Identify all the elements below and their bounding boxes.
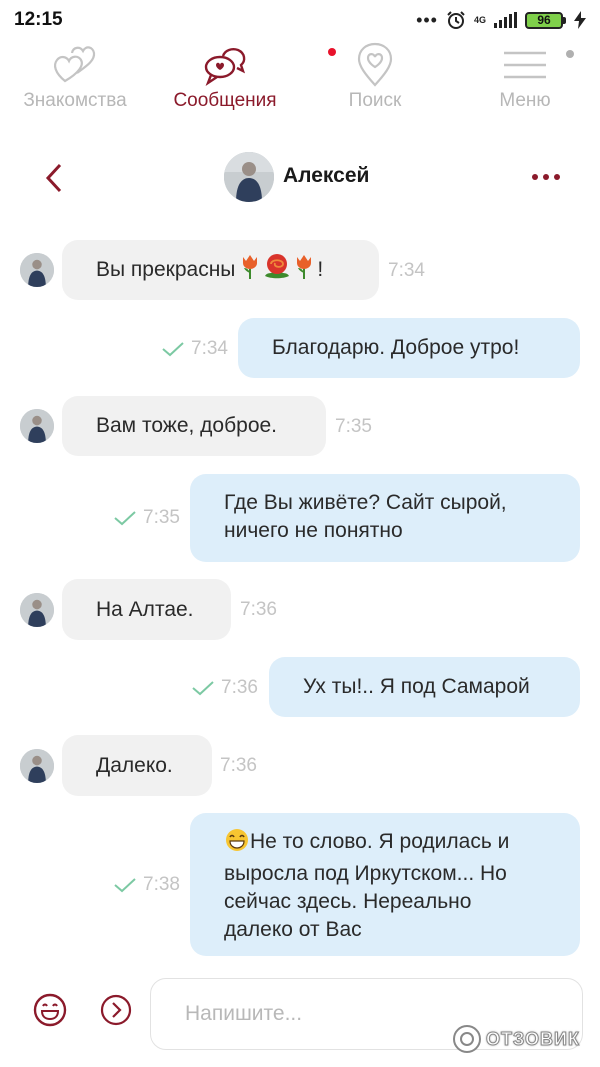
location-heart-icon: [357, 42, 393, 87]
more-options-button[interactable]: [526, 162, 566, 192]
message-line: Где Вы живёте? Сайт сырой,: [224, 491, 507, 514]
message-suffix: !: [317, 258, 324, 281]
message-time: 7:38: [143, 874, 180, 895]
nav-label-dating: Знакомства: [23, 90, 127, 111]
read-check-icon: [192, 681, 214, 696]
signal-strength-icon: [494, 12, 517, 28]
contact-name[interactable]: Алексей: [283, 164, 369, 188]
person-photo-icon: [20, 409, 54, 443]
emoji-button[interactable]: [32, 992, 68, 1028]
read-check-icon: [162, 342, 184, 357]
sender-avatar[interactable]: [20, 593, 54, 627]
nav-item-messages[interactable]: Сообщения: [150, 42, 336, 122]
message-time: 7:34: [191, 338, 228, 359]
message-time: 7:34: [388, 260, 425, 281]
hamburger-menu-icon: [504, 51, 546, 79]
nav-label-menu: Меню: [499, 90, 551, 111]
watermark-text: ОТЗОВИК: [486, 1028, 580, 1049]
rose-icon: [261, 252, 293, 288]
grinning-face-icon: [224, 828, 250, 860]
sender-avatar[interactable]: [20, 409, 54, 443]
battery-icon: 96: [525, 11, 566, 29]
status-bar: 12:15 ••• 4G 96: [0, 0, 600, 40]
message-time: 7:36: [221, 677, 258, 698]
charging-bolt-icon: [574, 11, 586, 29]
incoming-message[interactable]: Далеко.: [62, 735, 212, 796]
nav-item-menu[interactable]: Меню: [450, 42, 600, 122]
incoming-message[interactable]: Вы прекрасны !: [62, 240, 379, 300]
contact-avatar[interactable]: [224, 152, 274, 202]
outgoing-message[interactable]: Благодарю. Доброе утро!: [238, 318, 580, 378]
nav-item-dating[interactable]: Знакомства: [0, 42, 150, 122]
status-time: 12:15: [14, 9, 63, 30]
message-line: Не то слово. Я родилась и: [250, 830, 510, 853]
chevron-left-icon: [45, 163, 62, 193]
more-notifications-icon: •••: [416, 10, 438, 30]
message-text: Благодарю. Доброе утро!: [272, 336, 520, 359]
message-text: Ух ты!.. Я под Самарой: [303, 675, 530, 698]
person-photo-icon: [20, 593, 54, 627]
message-time: 7:35: [335, 416, 372, 437]
hearts-icon: [54, 46, 96, 83]
smiley-icon: [33, 993, 67, 1027]
message-time: 7:35: [143, 507, 180, 528]
message-time: 7:36: [220, 755, 257, 776]
back-button[interactable]: [36, 158, 72, 198]
sender-avatar[interactable]: [20, 253, 54, 287]
nav-label-messages: Сообщения: [173, 90, 277, 111]
read-check-icon: [114, 511, 136, 526]
otzovik-watermark: ОТЗОВИК: [452, 1022, 580, 1056]
message-line: выросла под Иркутском... Но: [224, 862, 507, 885]
message-text: Вам тоже, доброе.: [96, 414, 278, 437]
message-text: На Алтае.: [96, 597, 194, 621]
network-type: 4G: [473, 14, 486, 25]
top-navigation: Знакомства Сообщения Поиск Меню: [0, 42, 600, 122]
nav-label-search: Поиск: [348, 90, 402, 111]
message-line: далеко от Вас: [224, 918, 362, 941]
outgoing-message[interactable]: Ух ты!.. Я под Самарой: [269, 657, 580, 717]
chat-header: Алексей: [0, 140, 600, 214]
outgoing-message[interactable]: Где Вы живёте? Сайт сырой, ничего не пон…: [190, 474, 580, 562]
tulip-icon: [239, 253, 261, 287]
alarm-clock-icon: [447, 11, 465, 29]
send-button[interactable]: [100, 994, 132, 1026]
chat-bubbles-icon: [204, 48, 246, 87]
message-line: ничего не понятно: [224, 519, 403, 542]
message-text: Далеко.: [96, 753, 173, 777]
menu-notification-dot: [566, 50, 574, 58]
chevron-right-circle-icon: [100, 994, 132, 1026]
message-line: сейчас здесь. Нереально: [224, 890, 472, 913]
incoming-message[interactable]: На Алтае.: [62, 579, 231, 640]
read-check-icon: [114, 878, 136, 893]
incoming-message[interactable]: Вам тоже, доброе.: [62, 396, 326, 456]
person-photo-icon: [224, 152, 274, 202]
battery-level: 96: [525, 11, 563, 29]
message-time: 7:36: [240, 599, 277, 620]
nav-item-search[interactable]: Поиск: [300, 42, 450, 122]
status-icons: ••• 4G 96: [416, 10, 586, 30]
person-photo-icon: [20, 253, 54, 287]
sender-avatar[interactable]: [20, 749, 54, 783]
message-text: Вы прекрасны: [96, 258, 236, 281]
outgoing-message[interactable]: Не то слово. Я родилась и выросла под Ир…: [190, 813, 580, 956]
otzovik-logo-icon: [453, 1025, 481, 1053]
tulip-icon: [293, 253, 315, 287]
person-photo-icon: [20, 749, 54, 783]
